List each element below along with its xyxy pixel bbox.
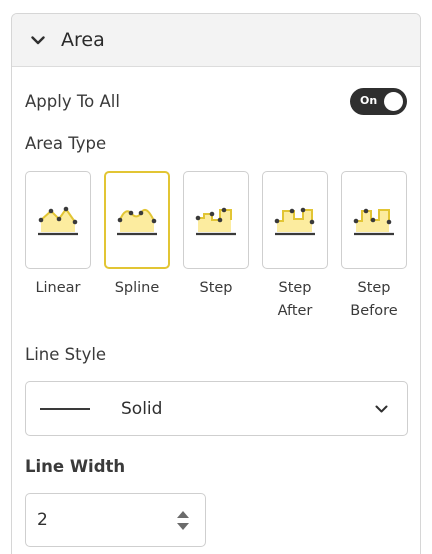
line-width-input[interactable]: 2 [25,493,206,547]
area-type-step[interactable]: Step [183,171,249,300]
area-type-options: Linear Spline Step Step After Step Befor… [25,171,409,331]
increment-icon[interactable] [176,510,190,519]
area-type-step-after-label: Step After [277,280,313,319]
solid-line-icon [40,407,90,410]
area-type-step-before-box[interactable] [341,171,407,269]
line-style-value: Solid [121,398,163,419]
toggle-state-text: On [360,93,378,107]
area-type-step-before-label: Step Before [350,280,398,319]
number-stepper[interactable] [175,507,191,533]
spline-area-icon [117,208,157,236]
area-type-spline-box[interactable] [104,171,170,269]
decrement-icon[interactable] [176,522,190,531]
area-type-linear[interactable]: Linear [25,171,91,300]
area-settings-panel: Area Apply To All On Area Type Linear Sp… [11,13,421,554]
step-before-area-icon [353,208,394,236]
panel-title: Area [61,29,105,51]
area-type-linear-box[interactable] [25,171,91,269]
line-width-value[interactable]: 2 [37,510,175,530]
chevron-down-icon[interactable] [30,32,46,48]
step-after-area-icon [274,207,315,236]
area-type-step-box[interactable] [183,171,249,269]
area-panel-header[interactable]: Area [12,14,420,67]
line-style-select[interactable]: Solid [25,381,408,436]
step-area-icon [195,207,236,236]
area-type-label: Area Type [25,134,107,153]
area-type-linear-label: Linear [35,280,81,296]
area-type-step-before[interactable]: Step Before [341,171,407,323]
area-type-step-after-box[interactable] [262,171,328,269]
area-type-step-after[interactable]: Step After [262,171,328,323]
linear-area-icon [38,206,78,236]
toggle-knob [384,91,403,111]
area-type-spline[interactable]: Spline [104,171,170,300]
apply-to-all-toggle[interactable]: On [350,87,407,115]
line-style-label: Line Style [25,345,107,364]
chevron-down-icon[interactable] [373,401,389,417]
apply-to-all-row: Apply To All On [25,87,407,115]
area-type-spline-label: Spline [114,280,160,296]
line-width-label: Line Width [25,457,126,476]
area-type-step-label: Step [199,280,233,296]
apply-to-all-label: Apply To All [25,91,120,111]
